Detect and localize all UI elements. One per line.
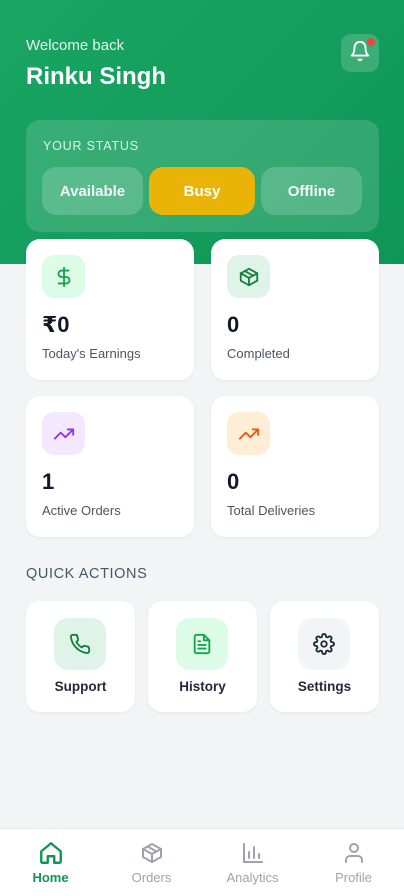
- status-title: YOUR STATUS: [43, 139, 139, 153]
- user-icon: [341, 840, 367, 866]
- user-name: Rinku Singh: [26, 63, 166, 90]
- notifications-button[interactable]: [341, 34, 379, 72]
- nav-home[interactable]: Home: [0, 829, 101, 896]
- active-orders-label: Active Orders: [42, 503, 121, 518]
- status-busy-button[interactable]: Busy: [149, 167, 255, 215]
- support-label: Support: [54, 679, 107, 694]
- trending-up-icon: [227, 412, 270, 455]
- completed-card[interactable]: 0 Completed: [211, 239, 379, 380]
- package-icon: [139, 840, 165, 866]
- completed-label: Completed: [227, 346, 290, 361]
- total-deliveries-card[interactable]: 0 Total Deliveries: [211, 396, 379, 537]
- nav-profile-label: Profile: [335, 870, 372, 885]
- history-button[interactable]: History: [148, 601, 257, 712]
- nav-orders-label: Orders: [131, 870, 172, 885]
- settings-button[interactable]: Settings: [270, 601, 379, 712]
- nav-analytics-label: Analytics: [226, 870, 279, 885]
- active-orders-value: 1: [42, 469, 55, 494]
- total-deliveries-label: Total Deliveries: [227, 503, 316, 518]
- notification-dot: [367, 38, 375, 46]
- gear-icon: [298, 618, 350, 670]
- status-offline-button[interactable]: Offline: [261, 167, 362, 215]
- nav-home-label: Home: [32, 870, 69, 885]
- phone-icon: [54, 618, 106, 670]
- nav-analytics[interactable]: Analytics: [202, 829, 303, 896]
- earnings-card[interactable]: ₹0 Today's Earnings: [26, 239, 194, 380]
- nav-profile[interactable]: Profile: [303, 829, 404, 896]
- nav-orders[interactable]: Orders: [101, 829, 202, 896]
- package-icon: [227, 255, 270, 298]
- quick-actions-title: QUICK ACTIONS: [26, 566, 148, 582]
- document-icon: [176, 618, 228, 670]
- earnings-value: ₹0: [42, 312, 70, 337]
- trending-up-icon: [42, 412, 85, 455]
- total-deliveries-value: 0: [227, 469, 240, 494]
- header: Welcome back Rinku Singh YOUR STATUS Ava…: [0, 0, 404, 264]
- status-card: YOUR STATUS Available Busy Offline: [26, 120, 379, 232]
- bar-chart-icon: [240, 840, 266, 866]
- active-orders-card[interactable]: 1 Active Orders: [26, 396, 194, 537]
- settings-label: Settings: [297, 679, 352, 694]
- welcome-text: Welcome back: [26, 37, 125, 54]
- support-button[interactable]: Support: [26, 601, 135, 712]
- dollar-icon: [42, 255, 85, 298]
- history-label: History: [179, 679, 226, 694]
- earnings-label: Today's Earnings: [42, 346, 141, 361]
- status-available-button[interactable]: Available: [42, 167, 143, 215]
- home-icon: [38, 840, 64, 866]
- bottom-nav: Home Orders Analytics Profile: [0, 828, 404, 896]
- completed-value: 0: [227, 312, 240, 337]
